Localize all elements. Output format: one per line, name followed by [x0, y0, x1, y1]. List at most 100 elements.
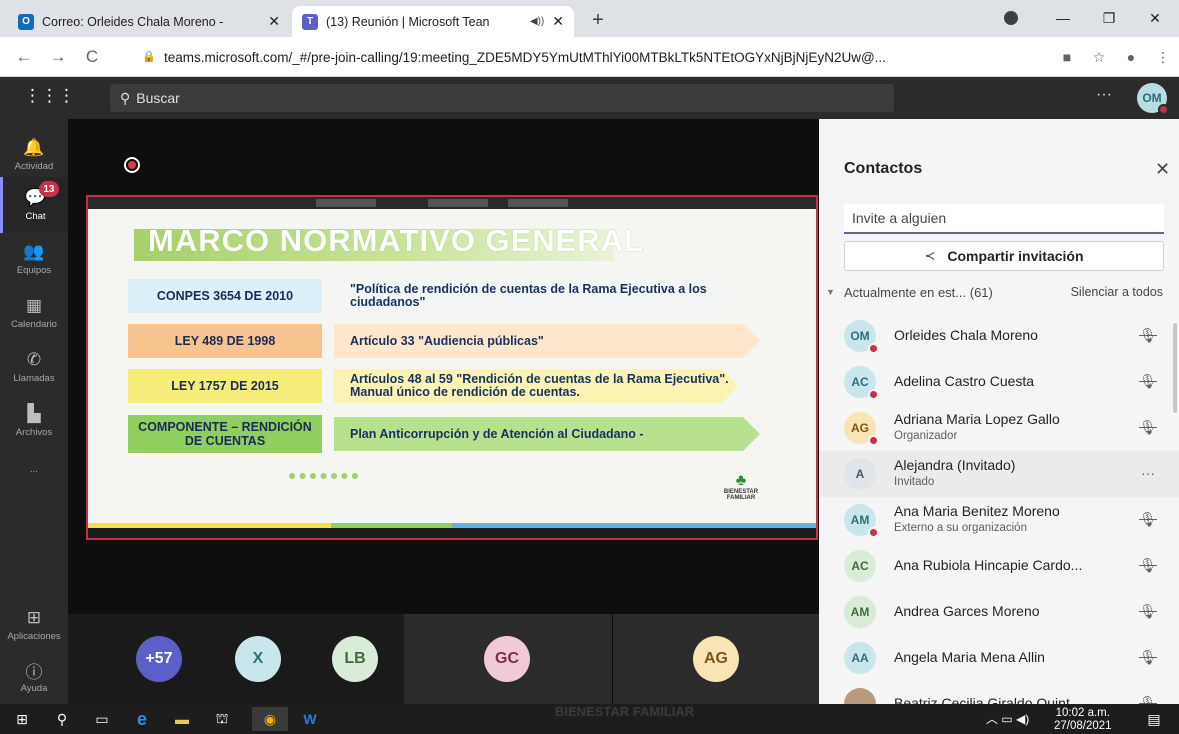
rail-item-calendario[interactable]: ▦ Calendario	[0, 285, 68, 341]
task-view-icon[interactable]: ▭	[90, 707, 114, 731]
rail-item-actividad[interactable]: 🔔 Actividad	[0, 127, 68, 183]
restore-icon[interactable]: ❐	[1094, 6, 1124, 30]
close-icon[interactable]: ✕	[268, 13, 280, 30]
rail-item-ayuda[interactable]: ⓘ Ayuda	[0, 649, 68, 705]
participant-row[interactable]: AG Adriana Maria Lopez Gallo Organizador 🎙︎	[819, 405, 1179, 451]
word-icon[interactable]: W	[298, 707, 322, 731]
phone-icon: ✆	[26, 350, 42, 369]
participant-row[interactable]: AM Ana Maria Benitez Moreno Externo a su o…	[819, 497, 1179, 543]
participant-name: Angela Maria Mena Allin	[894, 649, 1045, 665]
participant-row[interactable]: A Alejandra (Invitado) Invitado ···	[819, 451, 1179, 497]
star-icon[interactable]: ☆	[1088, 46, 1110, 68]
menu-icon[interactable]: ⋮	[1152, 46, 1174, 68]
rail-item-label: Calendario	[11, 319, 57, 330]
search-icon[interactable]: ⚲	[50, 707, 74, 731]
participant-avatar[interactable]: +57	[136, 636, 182, 682]
participants-section-header[interactable]: ▼ Actualmente en est... (61) Silenciar a…	[826, 285, 1171, 305]
chevron-down-icon: ▼	[826, 287, 835, 297]
participant-strip: +57 X LB GC AG	[68, 614, 819, 704]
url-field[interactable]: 🔒 teams.microsoft.com/_#/pre-join-callin…	[142, 44, 1042, 70]
participant-row[interactable]: AM Andrea Garces Moreno 🎙︎	[819, 589, 1179, 635]
rail-item-aplicaciones[interactable]: ⊞ Aplicaciones	[0, 597, 68, 653]
more-icon[interactable]: ···	[1139, 464, 1157, 482]
speaker-icon[interactable]: ◀))	[530, 16, 544, 27]
panel-title: Contactos	[844, 160, 923, 177]
participant-row[interactable]: Beatriz Cecilia Giraldo Quint 🎙︎	[819, 681, 1179, 704]
profile-icon[interactable]	[1004, 11, 1018, 25]
tab-title: Correo: Orleides Chala Moreno -	[42, 14, 224, 29]
back-arrow-icon[interactable]: ←	[12, 45, 36, 69]
window-close-icon[interactable]: ✕	[1140, 6, 1170, 30]
participant-avatar[interactable]: LB	[332, 636, 378, 682]
rail-item-label: Aplicaciones	[7, 631, 61, 642]
participant-row[interactable]: AA Angela Maria Mena Allin 🎙︎	[819, 635, 1179, 681]
close-icon[interactable]: ✕	[1155, 159, 1170, 180]
mic-off-icon[interactable]: 🎙︎	[1139, 510, 1157, 528]
windows-start-icon[interactable]: ⊞	[10, 707, 34, 731]
file-explorer-icon[interactable]: ▬	[170, 707, 194, 731]
participant-row[interactable]: AC Ana Rubiola Hincapie Cardo... 🎙︎	[819, 543, 1179, 589]
invite-input[interactable]	[844, 204, 1164, 234]
rail-item-label: Llamadas	[13, 373, 55, 384]
avatar-initials: A	[855, 467, 865, 481]
notifications-icon[interactable]: ▤	[1142, 707, 1166, 731]
edge-icon[interactable]: e	[130, 707, 154, 731]
slide-row-left: LEY 1757 DE 2015	[128, 369, 322, 403]
scrollbar[interactable]	[1173, 323, 1177, 413]
rail-item-llamadas[interactable]: ✆ Llamadas	[0, 339, 68, 395]
bell-icon: 🔔	[23, 138, 45, 157]
new-tab-button[interactable]: +	[586, 9, 610, 33]
participant-row[interactable]: OM Orleides Chala Moreno 🎙︎	[819, 313, 1179, 359]
participant-row[interactable]: AC Adelina Castro Cuesta 🎙︎	[819, 359, 1179, 405]
slide-row-right: Artículos 48 al 59 "Rendición de cuentas…	[334, 369, 738, 403]
avatar: AC	[844, 550, 876, 582]
close-icon[interactable]: ✕	[552, 13, 564, 30]
rail-item-chat[interactable]: 💬 13 Chat	[0, 177, 68, 233]
account-icon[interactable]: ●	[1120, 46, 1142, 68]
mic-off-icon[interactable]: 🎙︎	[1139, 648, 1157, 666]
more-options-icon[interactable]: ···	[1096, 86, 1112, 104]
search-input[interactable]: ⚲ Buscar	[110, 84, 894, 112]
browser-tab-teams[interactable]: T (13) Reunión | Microsoft Tean ◀)) ✕	[292, 6, 574, 37]
participant-initials: GC	[495, 650, 519, 667]
avatar[interactable]: OM	[1137, 83, 1169, 115]
participant-role: Externo a su organización	[894, 522, 1027, 534]
share-invite-button[interactable]: ≺ Compartir invitación	[844, 241, 1164, 271]
rail-item-equipos[interactable]: 👥 Equipos	[0, 231, 68, 287]
section-label: Actualmente en est... (61)	[844, 285, 993, 300]
app-launcher-icon[interactable]: ⋮⋮⋮	[24, 87, 75, 107]
camera-icon[interactable]: ■	[1056, 46, 1078, 68]
avatar	[844, 688, 876, 704]
system-tray[interactable]: ︿ ▭ ◀)	[986, 710, 1029, 727]
rail-item-label: Chat	[25, 211, 46, 222]
minimize-icon[interactable]: —	[1048, 6, 1078, 30]
participant-avatar[interactable]: X	[235, 636, 281, 682]
slide-row-left: LEY 489 DE 1998	[128, 324, 322, 358]
browser-tab-bar: O Correo: Orleides Chala Moreno - ✕ T (1…	[0, 0, 1179, 37]
mic-off-icon[interactable]: 🎙︎	[1139, 326, 1157, 344]
watermark-text: BIENESTAR FAMILIAR	[555, 704, 695, 719]
share-invite-label: Compartir invitación	[947, 248, 1084, 264]
clock[interactable]: 10:02 a.m. 27/08/2021	[1054, 707, 1112, 733]
participant-name: Orleides Chala Moreno	[894, 327, 1038, 343]
store-icon[interactable]: ⛫	[210, 707, 234, 731]
teams-header: ⋮⋮⋮ ⚲ Buscar ··· OM	[0, 77, 1179, 119]
forward-arrow-icon[interactable]: →	[46, 45, 70, 69]
participant-tile[interactable]: AG	[613, 614, 819, 704]
rail-item-label: Ayuda	[20, 683, 48, 694]
mic-off-icon[interactable]: 🎙︎	[1139, 694, 1157, 705]
avatar-initials: OM	[1142, 91, 1162, 105]
mic-off-icon[interactable]: 🎙︎	[1139, 556, 1157, 574]
rail-item-more[interactable]: ...	[0, 441, 68, 497]
mute-all-button[interactable]: Silenciar a todos	[1071, 285, 1163, 299]
contacts-panel: Contactos ✕ ≺ Compartir invitación ▼ Act…	[819, 119, 1179, 704]
mic-off-icon[interactable]: 🎙︎	[1139, 418, 1157, 436]
file-icon: ▙	[27, 404, 41, 423]
mic-off-icon[interactable]: 🎙︎	[1139, 602, 1157, 620]
chrome-icon[interactable]: ◉	[252, 707, 288, 731]
reload-icon[interactable]: C	[80, 45, 104, 69]
browser-tab-mail[interactable]: O Correo: Orleides Chala Moreno - ✕	[8, 6, 290, 37]
mic-off-icon[interactable]: 🎙︎	[1139, 372, 1157, 390]
avatar: A	[844, 458, 876, 490]
participant-tile[interactable]: GC	[404, 614, 612, 704]
